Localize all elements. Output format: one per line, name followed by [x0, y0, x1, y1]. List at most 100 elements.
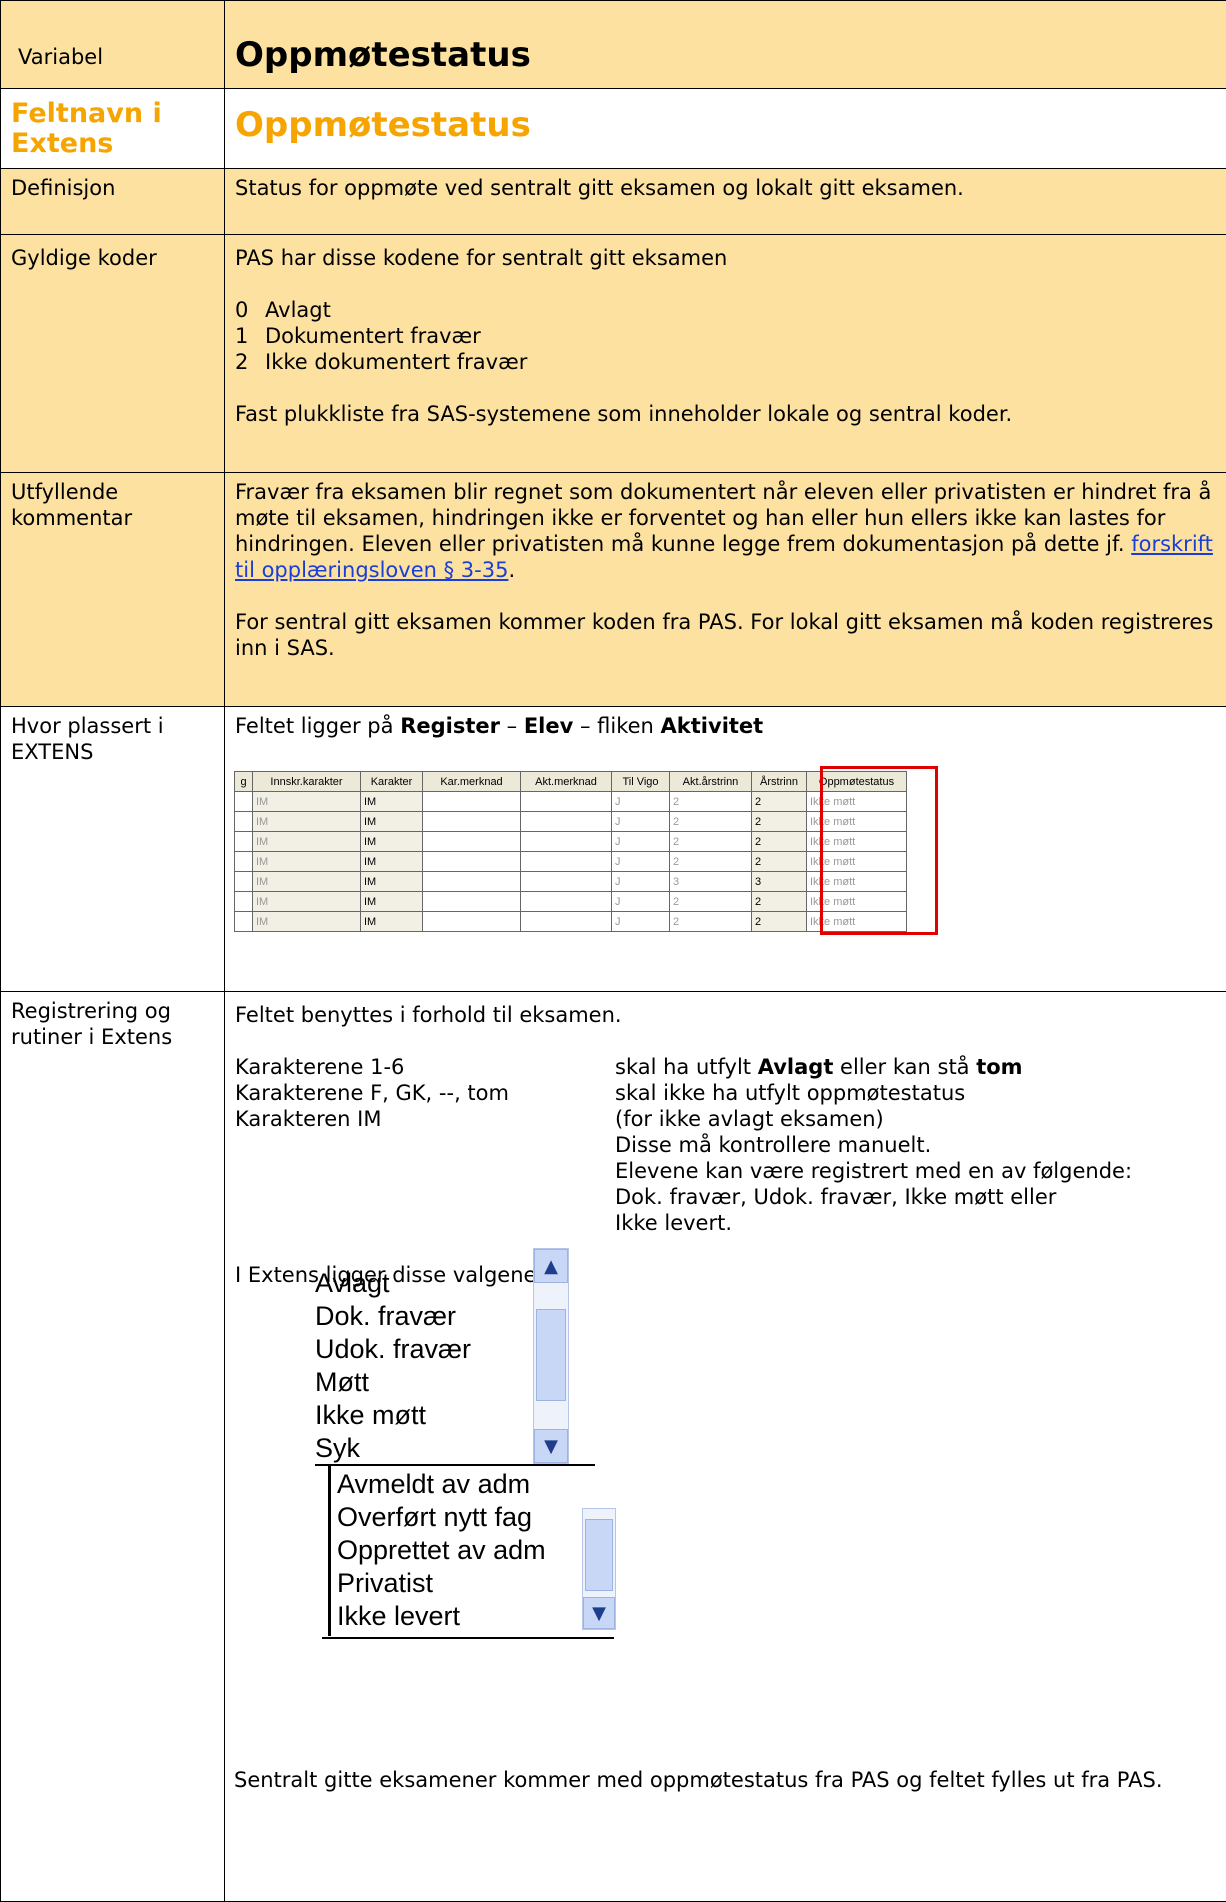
table-cell[interactable]: 2 — [752, 892, 807, 912]
table-cell[interactable]: 2 — [670, 812, 752, 832]
option-list-2-scrollbar[interactable]: ▼ — [582, 1508, 616, 1630]
table-cell[interactable] — [423, 792, 521, 812]
table-cell[interactable]: 2 — [752, 812, 807, 832]
separator-line — [315, 1464, 595, 1466]
table-cell[interactable] — [521, 872, 612, 892]
row-definisjon: Definisjon Status for oppmøte ved sentra… — [1, 169, 1226, 235]
scroll-up-icon[interactable]: ▲ — [534, 1249, 568, 1283]
table-cell[interactable] — [235, 832, 253, 852]
table-cell[interactable] — [235, 892, 253, 912]
utfyllende-para1: Fravær fra eksamen blir regnet som dokum… — [235, 479, 1224, 583]
table-cell[interactable]: IM — [361, 892, 423, 912]
variabel-label: Variabel — [1, 1, 224, 76]
table-cell[interactable]: J — [612, 812, 670, 832]
table-cell[interactable] — [423, 832, 521, 852]
list-item[interactable]: Overført nytt fag — [337, 1501, 546, 1534]
table-cell[interactable] — [521, 812, 612, 832]
scroll-down-icon[interactable]: ▼ — [583, 1597, 615, 1629]
table-cell[interactable]: J — [612, 792, 670, 812]
table-cell[interactable] — [521, 892, 612, 912]
table-cell[interactable] — [235, 792, 253, 812]
table-cell[interactable]: 2 — [670, 912, 752, 932]
column-header[interactable]: Karakter — [361, 772, 423, 792]
table-row: IMIMJ22Ikke møtt — [235, 812, 907, 832]
table-cell[interactable]: IM — [253, 892, 361, 912]
table-cell[interactable]: 2 — [752, 852, 807, 872]
table-cell[interactable] — [235, 812, 253, 832]
option-list-2: Avmeldt av adm Overført nytt fag Opprett… — [337, 1468, 546, 1633]
register-body: IMIMJ22Ikke møttIMIMJ22Ikke møttIMIMJ22I… — [235, 792, 907, 932]
table-cell[interactable]: IM — [361, 812, 423, 832]
list-item[interactable]: Avlagt — [315, 1267, 471, 1300]
table-cell[interactable]: IM — [361, 792, 423, 812]
table-cell[interactable] — [235, 872, 253, 892]
table-cell[interactable]: IM — [253, 812, 361, 832]
table-cell[interactable]: IM — [361, 832, 423, 852]
list-item[interactable]: Ikke levert — [337, 1600, 546, 1633]
oppmotestatus-highlight — [820, 766, 938, 935]
feltnavn-value: Oppmøtestatus — [225, 89, 1226, 151]
table-cell[interactable]: IM — [253, 832, 361, 852]
table-cell[interactable]: 3 — [752, 872, 807, 892]
column-header[interactable]: Innskr.karakter — [253, 772, 361, 792]
table-cell[interactable] — [423, 872, 521, 892]
list-item[interactable]: Udok. fravær — [315, 1333, 471, 1366]
table-cell[interactable] — [521, 832, 612, 852]
scroll-thumb[interactable] — [585, 1519, 613, 1591]
table-cell[interactable]: 2 — [670, 792, 752, 812]
option-list-1-scrollbar[interactable]: ▲ ▼ — [533, 1248, 569, 1464]
list-item[interactable]: Avmeldt av adm — [337, 1468, 546, 1501]
table-cell[interactable]: IM — [253, 872, 361, 892]
row-gyldige-koder: Gyldige koder PAS har disse kodene for s… — [1, 235, 1226, 473]
table-cell[interactable]: 3 — [670, 872, 752, 892]
column-header[interactable]: Akt.årstrinn — [670, 772, 752, 792]
utfyllende-para2: For sentral gitt eksamen kommer koden fr… — [235, 609, 1224, 661]
table-cell[interactable] — [235, 852, 253, 872]
hvor-text: Feltet ligger på Register – Elev – flike… — [235, 713, 1216, 739]
table-cell[interactable]: 2 — [670, 852, 752, 872]
list-item: 0Avlagt — [235, 297, 1216, 323]
table-cell[interactable]: J — [612, 852, 670, 872]
table-cell[interactable]: IM — [361, 912, 423, 932]
scroll-thumb[interactable] — [536, 1309, 566, 1401]
table-cell[interactable] — [521, 912, 612, 932]
column-header[interactable]: Til Vigo — [612, 772, 670, 792]
table-cell[interactable]: IM — [361, 852, 423, 872]
table-cell[interactable] — [521, 852, 612, 872]
list-item[interactable]: Møtt — [315, 1366, 471, 1399]
column-header[interactable]: g — [235, 772, 253, 792]
table-cell[interactable]: 2 — [670, 832, 752, 852]
table-cell[interactable]: IM — [253, 792, 361, 812]
table-cell[interactable]: 2 — [752, 832, 807, 852]
list-item[interactable]: Opprettet av adm — [337, 1534, 546, 1567]
table-cell[interactable]: IM — [253, 852, 361, 872]
table-cell[interactable] — [235, 912, 253, 932]
table-cell[interactable]: 2 — [752, 912, 807, 932]
scroll-down-icon[interactable]: ▼ — [534, 1429, 568, 1463]
table-cell[interactable]: IM — [361, 872, 423, 892]
table-cell[interactable] — [521, 792, 612, 812]
register-header-row: g Innskr.karakter Karakter Kar.merknad A… — [235, 772, 907, 792]
column-header[interactable]: Årstrinn — [752, 772, 807, 792]
column-header[interactable]: Kar.merknad — [423, 772, 521, 792]
row-utfyllende: Utfyllende kommentar Fravær fra eksamen … — [1, 473, 1226, 707]
table-cell[interactable]: J — [612, 892, 670, 912]
table-cell[interactable] — [423, 812, 521, 832]
table-cell[interactable]: J — [612, 912, 670, 932]
list-item[interactable]: Privatist — [337, 1567, 546, 1600]
row-variabel: Variabel Oppmøtestatus — [1, 1, 1226, 89]
code-list: 0Avlagt 1Dokumentert fravær 2Ikke dokume… — [235, 297, 1216, 375]
table-cell[interactable]: 2 — [752, 792, 807, 812]
list-item[interactable]: Syk — [315, 1432, 471, 1465]
table-cell[interactable] — [423, 852, 521, 872]
table-cell[interactable]: 2 — [670, 892, 752, 912]
list-item[interactable]: Ikke møtt — [315, 1399, 471, 1432]
table-cell[interactable]: IM — [253, 912, 361, 932]
list-item: 1Dokumentert fravær — [235, 323, 1216, 349]
list-item[interactable]: Dok. fravær — [315, 1300, 471, 1333]
table-cell[interactable] — [423, 912, 521, 932]
table-cell[interactable] — [423, 892, 521, 912]
column-header[interactable]: Akt.merknad — [521, 772, 612, 792]
table-cell[interactable]: J — [612, 872, 670, 892]
table-cell[interactable]: J — [612, 832, 670, 852]
